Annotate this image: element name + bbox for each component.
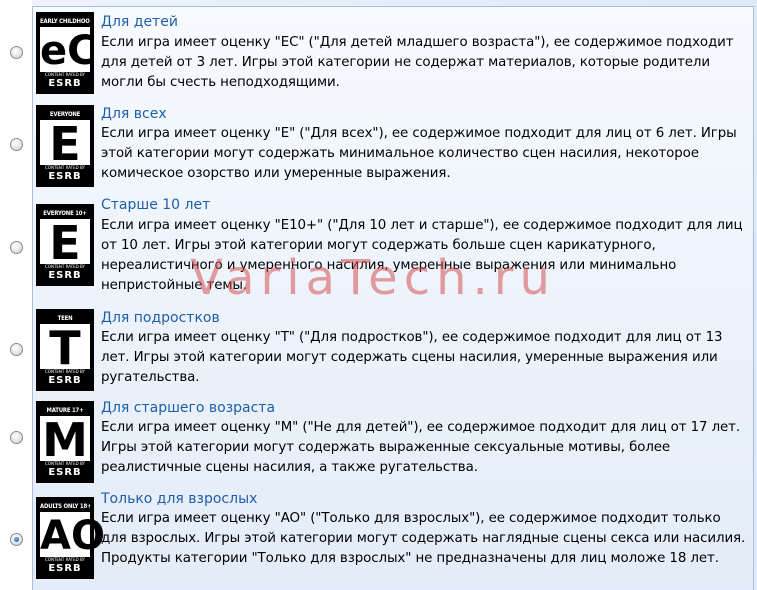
rating-radio-e[interactable] — [10, 138, 23, 151]
esrb-ec-logo: EARLY CHILDHOOD eC CONTENT RATED BY ESRB — [36, 12, 97, 94]
rating-description: Если игра имеет оценку "AO" ("Только для… — [101, 511, 746, 566]
rating-title: Для старшего возраста — [101, 400, 276, 416]
rating-description: Если игра имеет оценку "EC" ("Для детей … — [101, 35, 734, 90]
rating-title: Только для взрослых — [101, 491, 258, 507]
logo-top-label: ADULTS ONLY 18+ — [40, 501, 90, 512]
rating-description: Если игра имеет оценку "M" ("Не для дете… — [101, 420, 741, 475]
rating-description: Если игра имеет оценку "E" ("Для всех"),… — [101, 126, 737, 181]
rating-option-e[interactable]: EVERYONE E CONTENT RATED BY ESRB Для все… — [0, 97, 757, 192]
rating-option-t[interactable]: TEEN T CONTENT RATED BY ESRB Для подрост… — [0, 307, 757, 399]
esrb-ao-logo: ADULTS ONLY 18+ AO CONTENT RATED BY ESRB — [36, 497, 105, 579]
logo-letter: eC — [40, 28, 97, 74]
rating-option-m[interactable]: MATURE 17+ M CONTENT RATED BY ESRB Для с… — [0, 399, 757, 491]
logo-bottom: CONTENT RATED BY ESRB — [40, 264, 90, 282]
rating-description: Если игра имеет оценку "T" ("Для подрост… — [101, 330, 723, 385]
logo-esrb: ESRB — [48, 563, 82, 574]
esrb-m-logo: MATURE 17+ M CONTENT RATED BY ESRB — [36, 401, 94, 483]
esrb-t-logo: TEEN T CONTENT RATED BY ESRB — [36, 309, 94, 391]
logo-letter: E — [49, 216, 81, 270]
logo-letter: T — [49, 321, 81, 375]
logo-letter: M — [42, 413, 88, 467]
logo-letter: E — [49, 117, 81, 171]
esrb-e-logo: EVERYONE E CONTENT RATED BY ESRB — [36, 105, 94, 187]
rating-description: Если игра имеет оценку "E10+" ("Для 10 л… — [101, 218, 743, 293]
rating-title: Для детей — [101, 14, 178, 30]
logo-bottom: CONTENT RATED BY ESRB — [40, 165, 90, 183]
rating-radio-e10[interactable] — [10, 241, 23, 254]
logo-esrb: ESRB — [48, 375, 82, 386]
logo-bottom: CONTENT RATED BY ESRB — [40, 461, 90, 479]
rating-radio-m[interactable] — [10, 431, 23, 444]
rating-option-e10[interactable]: EVERYONE 10+ E CONTENT RATED BY ESRB Ста… — [0, 192, 757, 307]
logo-bottom: CONTENT RATED BY ESRB — [40, 557, 90, 575]
rating-title: Старше 10 лет — [101, 197, 211, 213]
rating-option-ec[interactable]: EARLY CHILDHOOD eC CONTENT RATED BY ESRB… — [0, 0, 757, 95]
logo-esrb: ESRB — [48, 78, 82, 89]
rating-radio-ec[interactable] — [10, 46, 23, 59]
rating-radio-t[interactable] — [10, 343, 23, 356]
esrb-e10-logo: EVERYONE 10+ E CONTENT RATED BY ESRB — [36, 204, 94, 286]
rating-title: Для подростков — [101, 310, 220, 326]
rating-radio-ao[interactable] — [10, 533, 23, 546]
logo-bottom: CONTENT RATED BY ESRB — [40, 369, 90, 387]
logo-esrb: ESRB — [48, 171, 82, 182]
rating-option-ao[interactable]: ADULTS ONLY 18+ AO CONTENT RATED BY ESRB… — [0, 491, 757, 590]
logo-top-label: EARLY CHILDHOOD — [40, 16, 90, 27]
rating-title: Для всех — [101, 106, 167, 122]
logo-bottom: CONTENT RATED BY ESRB — [40, 72, 90, 90]
logo-letter: AO — [40, 513, 105, 559]
logo-esrb: ESRB — [48, 270, 82, 281]
logo-esrb: ESRB — [48, 467, 82, 478]
